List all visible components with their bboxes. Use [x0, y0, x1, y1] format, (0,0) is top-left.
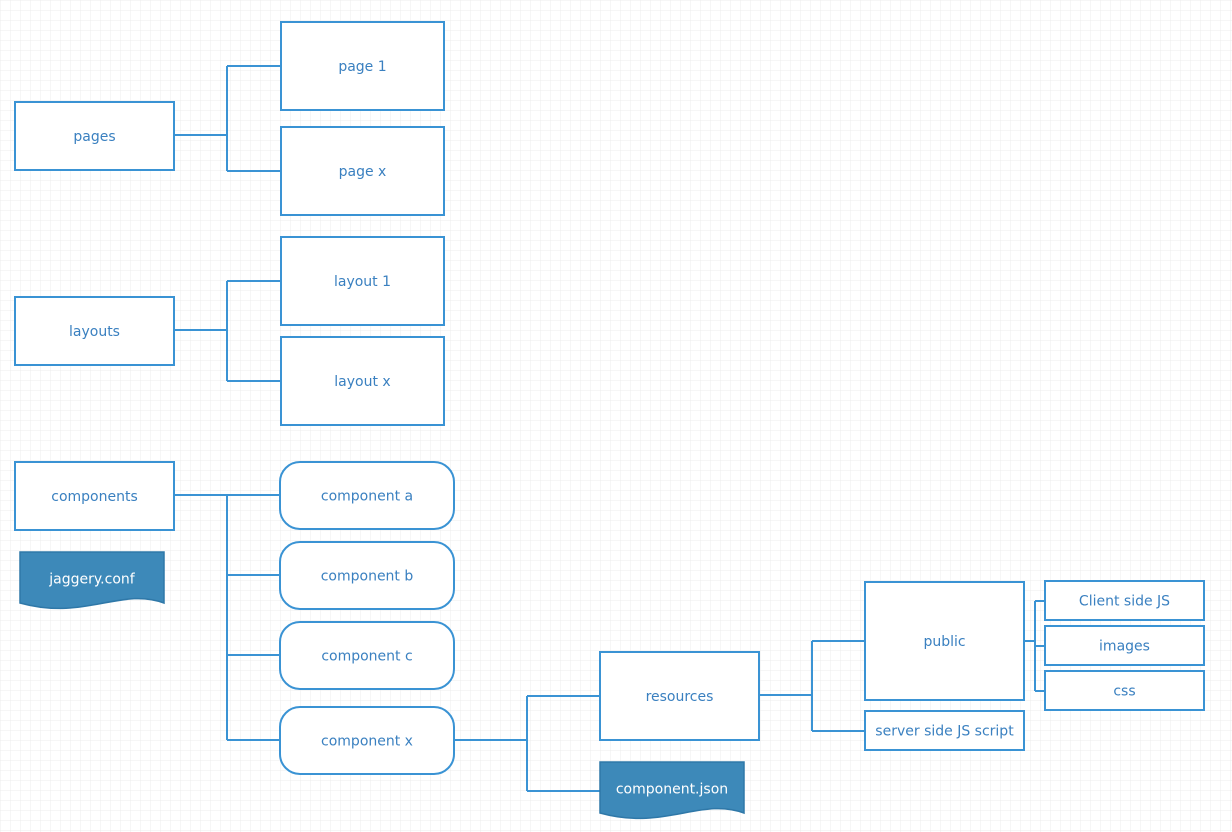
- diagram-canvas: pages page 1 page x layouts layout 1 layout x…: [0, 0, 1232, 832]
- node-label: css: [1113, 684, 1135, 700]
- node-component-b[interactable]: component b: [279, 541, 455, 610]
- node-images[interactable]: images: [1044, 625, 1205, 666]
- node-label: layout x: [334, 374, 390, 390]
- node-pages[interactable]: pages: [14, 101, 175, 171]
- node-layout-1[interactable]: layout 1: [280, 236, 445, 326]
- node-client-side[interactable]: Client side JS: [1044, 580, 1205, 621]
- node-layout-x[interactable]: layout x: [280, 336, 445, 426]
- node-label: component a: [321, 489, 413, 505]
- node-component-a[interactable]: component a: [279, 461, 455, 530]
- node-label: component b: [321, 569, 414, 585]
- node-page-1[interactable]: page 1: [280, 21, 445, 111]
- node-label: page 1: [338, 59, 386, 75]
- node-label: component x: [321, 734, 413, 750]
- node-label: resources: [646, 689, 714, 705]
- node-label: component c: [321, 649, 412, 665]
- node-server-side[interactable]: server side JS script: [864, 710, 1025, 751]
- node-label: pages: [73, 129, 115, 145]
- node-label: server side JS script: [875, 724, 1014, 740]
- node-label: layout 1: [334, 274, 391, 290]
- node-label: component.json: [616, 782, 728, 798]
- node-layouts[interactable]: layouts: [14, 296, 175, 366]
- node-css[interactable]: css: [1044, 670, 1205, 711]
- node-label: layouts: [69, 324, 120, 340]
- node-label: images: [1099, 639, 1150, 655]
- node-public[interactable]: public: [864, 581, 1025, 701]
- node-label: components: [51, 489, 138, 505]
- node-label: jaggery.conf: [48, 572, 135, 588]
- node-label: public: [923, 634, 965, 650]
- node-component-c[interactable]: component c: [279, 621, 455, 690]
- node-resources[interactable]: resources: [599, 651, 760, 741]
- node-component-x[interactable]: component x: [279, 706, 455, 775]
- node-label: page x: [339, 164, 387, 180]
- node-label: Client side JS: [1079, 594, 1170, 610]
- node-components[interactable]: components: [14, 461, 175, 531]
- node-page-x[interactable]: page x: [280, 126, 445, 216]
